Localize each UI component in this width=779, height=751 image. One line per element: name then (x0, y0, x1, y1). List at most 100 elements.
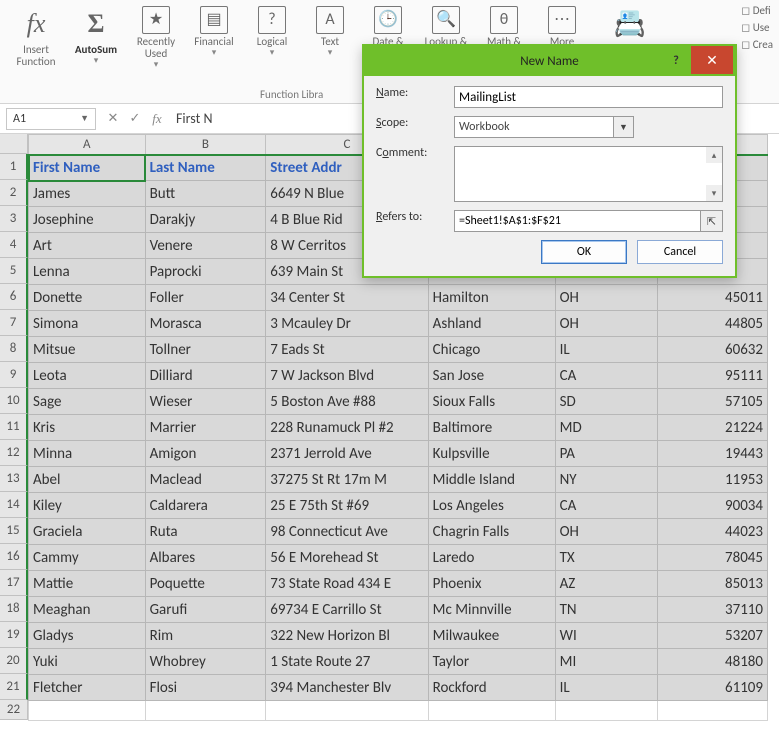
table-row[interactable]: GracielaRuta98 Connecticut AveChagrin Fa… (29, 519, 768, 545)
cell[interactable]: Rim (145, 623, 266, 649)
row-header[interactable]: 8 (0, 336, 28, 362)
row-header[interactable]: 13 (0, 466, 28, 492)
cell[interactable]: Caldarera (145, 493, 266, 519)
row-header[interactable]: 7 (0, 310, 28, 336)
logical-button[interactable]: ? Logical ▾ (244, 4, 300, 58)
cell[interactable]: 11953 (657, 467, 767, 493)
cell[interactable]: Chicago (428, 337, 555, 363)
cell[interactable]: San Jose (428, 363, 555, 389)
table-row[interactable]: SimonaMorasca3 Mcauley DrAshlandOH44805 (29, 311, 768, 337)
row-header[interactable]: 15 (0, 518, 28, 544)
cell[interactable]: Marrier (145, 415, 266, 441)
cell[interactable]: 7 Eads St (266, 337, 428, 363)
cell[interactable]: Los Angeles (428, 493, 555, 519)
cell[interactable]: 25 E 75th St #69 (266, 493, 428, 519)
row-header[interactable]: 18 (0, 596, 28, 622)
row-header[interactable]: 14 (0, 492, 28, 518)
cell[interactable]: 85013 (657, 571, 767, 597)
cell[interactable]: Flosi (145, 675, 266, 701)
cell[interactable]: Josephine (29, 207, 146, 233)
table-row[interactable]: CammyAlbares56 E Morehead StLaredoTX7804… (29, 545, 768, 571)
cell[interactable]: Poquette (145, 571, 266, 597)
cell[interactable]: AZ (555, 571, 657, 597)
cell[interactable]: Laredo (428, 545, 555, 571)
cell[interactable]: 3 Mcauley Dr (266, 311, 428, 337)
table-row[interactable]: MattiePoquette73 State Road 434 EPhoenix… (29, 571, 768, 597)
cell[interactable]: Meaghan (29, 597, 146, 623)
cell[interactable]: Whobrey (145, 649, 266, 675)
cell[interactable] (29, 701, 146, 721)
cell[interactable]: Mc Minnville (428, 597, 555, 623)
cell[interactable]: Darakjy (145, 207, 266, 233)
col-header[interactable]: B (145, 135, 266, 155)
cancel-entry-icon[interactable]: ✕ (102, 111, 124, 126)
cell[interactable]: Graciela (29, 519, 146, 545)
table-row[interactable]: MeaghanGarufi69734 E Carrillo StMc Minnv… (29, 597, 768, 623)
cell[interactable]: 78045 (657, 545, 767, 571)
table-row[interactable]: GladysRim322 New Horizon BlMilwaukeeWI53… (29, 623, 768, 649)
cell[interactable]: Donette (29, 285, 146, 311)
insert-function-button[interactable]: fx Insert Function (8, 4, 64, 68)
cell[interactable]: First Name (29, 155, 146, 181)
table-row[interactable]: MinnaAmigon2371 Jerrold AveKulpsvillePA1… (29, 441, 768, 467)
cell[interactable] (555, 701, 657, 721)
cell[interactable]: OH (555, 311, 657, 337)
cell[interactable]: Minna (29, 441, 146, 467)
cell[interactable]: Mattie (29, 571, 146, 597)
cell[interactable]: NY (555, 467, 657, 493)
cell[interactable]: 7 W Jackson Blvd (266, 363, 428, 389)
col-header[interactable]: A (29, 135, 146, 155)
table-row[interactable]: KrisMarrier228 Runamuck Pl #2BaltimoreMD… (29, 415, 768, 441)
scroll-down-icon[interactable]: ▾ (706, 185, 722, 201)
cell[interactable]: Yuki (29, 649, 146, 675)
name-box[interactable]: A1 ▼ (6, 108, 96, 130)
cell[interactable] (428, 701, 555, 721)
cell[interactable]: Rockford (428, 675, 555, 701)
cell[interactable]: 61109 (657, 675, 767, 701)
cell[interactable]: 73 State Road 434 E (266, 571, 428, 597)
cell[interactable]: 19443 (657, 441, 767, 467)
range-picker-button[interactable]: ⇱ (701, 210, 723, 232)
scope-select[interactable]: Workbook ▼ (454, 116, 634, 138)
confirm-entry-icon[interactable]: ✓ (124, 111, 146, 126)
chevron-down-icon[interactable]: ▼ (80, 113, 89, 124)
cell[interactable]: Ruta (145, 519, 266, 545)
cell[interactable]: 48180 (657, 649, 767, 675)
cell[interactable]: Mitsue (29, 337, 146, 363)
cell[interactable]: Amigon (145, 441, 266, 467)
table-row[interactable]: SageWieser5 Boston Ave #88Sioux FallsSD5… (29, 389, 768, 415)
autosum-button[interactable]: Σ AutoSum ▾ (66, 4, 126, 66)
row-header[interactable]: 11 (0, 414, 28, 440)
cell[interactable]: MD (555, 415, 657, 441)
cell[interactable]: 90034 (657, 493, 767, 519)
cell[interactable]: Fletcher (29, 675, 146, 701)
row-header[interactable]: 4 (0, 232, 28, 258)
cell[interactable]: Maclead (145, 467, 266, 493)
cell[interactable]: 394 Manchester Blv (266, 675, 428, 701)
cell[interactable]: Milwaukee (428, 623, 555, 649)
row-header[interactable]: 3 (0, 206, 28, 232)
cancel-button[interactable]: Cancel (637, 240, 723, 264)
row-header[interactable]: 21 (0, 674, 28, 700)
table-row[interactable]: AbelMaclead37275 St Rt 17m MMiddle Islan… (29, 467, 768, 493)
cell[interactable]: 98 Connecticut Ave (266, 519, 428, 545)
cell[interactable]: 322 New Horizon Bl (266, 623, 428, 649)
cell[interactable]: Phoenix (428, 571, 555, 597)
scroll-up-icon[interactable]: ▴ (706, 147, 722, 163)
cell[interactable]: IL (555, 337, 657, 363)
cell[interactable]: 95111 (657, 363, 767, 389)
cell[interactable]: 5 Boston Ave #88 (266, 389, 428, 415)
cell[interactable]: 56 E Morehead St (266, 545, 428, 571)
cell[interactable]: 228 Runamuck Pl #2 (266, 415, 428, 441)
fx-icon[interactable]: fx (146, 111, 168, 127)
cell[interactable]: Hamilton (428, 285, 555, 311)
cell[interactable] (266, 701, 428, 721)
row-header[interactable]: 1 (0, 154, 28, 180)
row-header[interactable]: 9 (0, 362, 28, 388)
row-header[interactable]: 12 (0, 440, 28, 466)
cell[interactable]: Foller (145, 285, 266, 311)
cell[interactable]: Gladys (29, 623, 146, 649)
table-row[interactable]: KileyCaldarera25 E 75th St #69Los Angele… (29, 493, 768, 519)
cell[interactable]: 60632 (657, 337, 767, 363)
cell[interactable]: MI (555, 649, 657, 675)
